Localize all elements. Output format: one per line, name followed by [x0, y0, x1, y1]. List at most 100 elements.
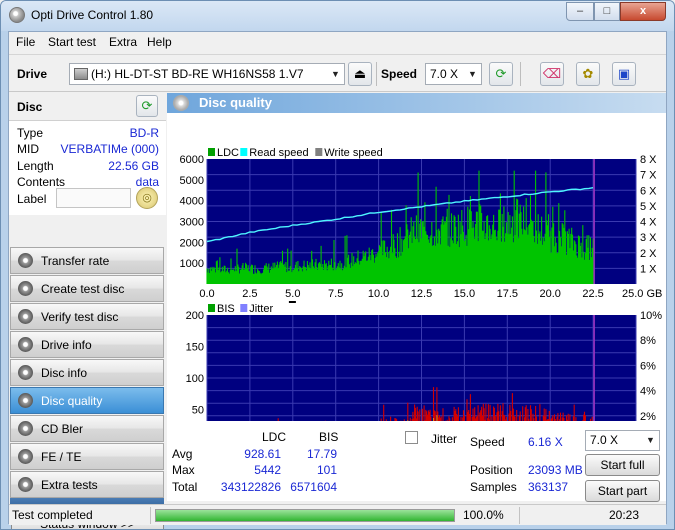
nav-create-test-disc[interactable]: Create test disc [10, 275, 164, 302]
x-tick-label: 17.5 [497, 288, 518, 300]
start-part-button[interactable]: Start part [585, 480, 660, 502]
x-tick-label: 20.0 [539, 288, 560, 300]
nav-fe-te[interactable]: FE / TE [10, 443, 164, 470]
cd-icon: ◎ [142, 192, 152, 204]
y2-tick-label: 1 X [640, 263, 657, 275]
chevron-down-icon: ▼ [468, 69, 477, 79]
minimize-button[interactable]: – [566, 2, 594, 21]
chevron-down-icon: ▼ [646, 435, 655, 445]
speed-label: Speed [381, 67, 418, 81]
eject-button[interactable]: ⏏ [348, 62, 372, 86]
yellow-tool-icon: ✿ [582, 66, 594, 81]
disc-mid-row: MID VERBATIMe (000) [17, 142, 159, 158]
save-icon: ▣ [617, 66, 631, 81]
legend-swatch [208, 304, 215, 312]
menu-bar: File Start test Extra Help [9, 32, 666, 53]
progress-bar [155, 509, 455, 522]
menu-start-test[interactable]: Start test [48, 35, 96, 49]
nav-label: Verify test disc [41, 310, 119, 324]
y-tick-label: 6000 [180, 154, 204, 166]
x-tick-label: 7.5 [328, 288, 343, 300]
status-time: 20:23 [609, 508, 640, 522]
x-tick-label: 15.0 [454, 288, 475, 300]
disc-mid-value: VERBATIMe (000) [60, 142, 159, 156]
y-tick-label: 2000 [180, 237, 204, 249]
nav-label: Transfer rate [41, 254, 110, 268]
y2-tick-label: 2 X [640, 248, 657, 260]
disc-label-button[interactable]: ◎ [136, 187, 158, 209]
legend-label: BIS [217, 303, 235, 315]
disc-icon [18, 337, 33, 352]
disc-label-field[interactable] [56, 188, 131, 208]
x-tick-label: 5.0 [285, 288, 300, 300]
y2-tick-label: 7 X [640, 170, 657, 182]
legend-label: Write speed [324, 147, 383, 159]
disc-type-row: Type BD-R [17, 126, 159, 142]
y2-tick-label: 3 X [640, 232, 657, 244]
samples-value: 363137 [528, 480, 569, 494]
panel-header: Disc quality [167, 93, 666, 113]
menu-file[interactable]: File [16, 35, 35, 49]
maximize-button[interactable]: □ [594, 2, 620, 21]
erase-button[interactable]: ⌫ [540, 62, 564, 86]
x-tick-label: 0.0 [199, 288, 214, 300]
nav-disc-info[interactable]: Disc info [10, 359, 164, 386]
drive-label: Drive [17, 67, 48, 81]
y2-tick-label: 6 X [640, 185, 657, 197]
y-tick-label: 150 [186, 342, 204, 354]
speed-select-value: 7.0 X [430, 67, 459, 81]
speed-select[interactable]: 7.0 X ▼ [425, 63, 482, 85]
eraser-icon: ⌫ [542, 66, 562, 81]
y2-tick-label: 8 X [640, 154, 657, 166]
max-bis-value: 101 [316, 463, 337, 477]
total-label: Total [172, 480, 198, 494]
disc-header: Disc ⟳ [9, 93, 166, 120]
nav-transfer-rate[interactable]: Transfer rate [10, 247, 164, 274]
disc-label-label: Label [17, 192, 47, 206]
drive-select-value: (H:) HL-DT-ST BD-RE WH16NS58 1.V7 [91, 67, 304, 81]
disc-icon [18, 449, 33, 464]
max-ldc-value: 5442 [254, 463, 281, 477]
disc-refresh-button[interactable]: ⟳ [136, 95, 158, 117]
nav-label: Create test disc [41, 282, 125, 296]
speed-stat-label: Speed [470, 435, 505, 449]
position-value: 23093 MB [528, 463, 583, 477]
nav-verify-test-disc[interactable]: Verify test disc [10, 303, 164, 330]
save-button[interactable]: ▣ [612, 62, 636, 86]
status-bar: Test completed 100.0% 20:23 [9, 504, 666, 525]
x-tick-label: 25.0 GB [622, 288, 662, 300]
close-button[interactable]: x [620, 2, 666, 21]
jitter-checkbox[interactable] [405, 431, 418, 444]
disc-icon [18, 309, 33, 324]
legend-label: Jitter [249, 303, 273, 315]
y-tick-label: 3000 [180, 217, 204, 229]
legend-swatch [315, 148, 323, 156]
y2-tick-label: 5 X [640, 201, 657, 213]
nav-extra-tests[interactable]: Extra tests [10, 471, 164, 498]
nav-cd-bler[interactable]: CD Bler [10, 415, 164, 442]
legend-swatch [208, 148, 215, 156]
disc-contents-label: Contents [17, 175, 66, 189]
panel-title: Disc quality [199, 95, 272, 110]
nav-label: Drive info [41, 338, 92, 352]
x-tick-label: 12.5 [411, 288, 432, 300]
refresh-speed-button[interactable]: ⟳ [489, 62, 513, 86]
disc-icon [18, 253, 33, 268]
nav-label: CD Bler [41, 422, 84, 436]
menu-help[interactable]: Help [147, 35, 172, 49]
max-label: Max [172, 463, 195, 477]
start-full-button[interactable]: Start full [585, 454, 660, 476]
disc-type-value: BD-R [129, 126, 159, 140]
settings-button[interactable]: ✿ [576, 62, 600, 86]
x-tick-label: 2.5 [242, 288, 257, 300]
jitter-label: Jitter [431, 432, 458, 446]
test-speed-select[interactable]: 7.0 X ▼ [585, 430, 660, 451]
drive-select[interactable]: (H:) HL-DT-ST BD-RE WH16NS58 1.V7 ▼ [69, 63, 345, 85]
nav-drive-info[interactable]: Drive info [10, 331, 164, 358]
y-tick-label: 1000 [180, 258, 204, 270]
nav-disc-quality[interactable]: Disc quality [10, 387, 164, 414]
app-disc-icon [9, 7, 25, 23]
menu-extra[interactable]: Extra [109, 35, 137, 49]
disc-length-row: Length 22.56 GB [17, 159, 159, 175]
disc-header-label: Disc [17, 100, 43, 114]
